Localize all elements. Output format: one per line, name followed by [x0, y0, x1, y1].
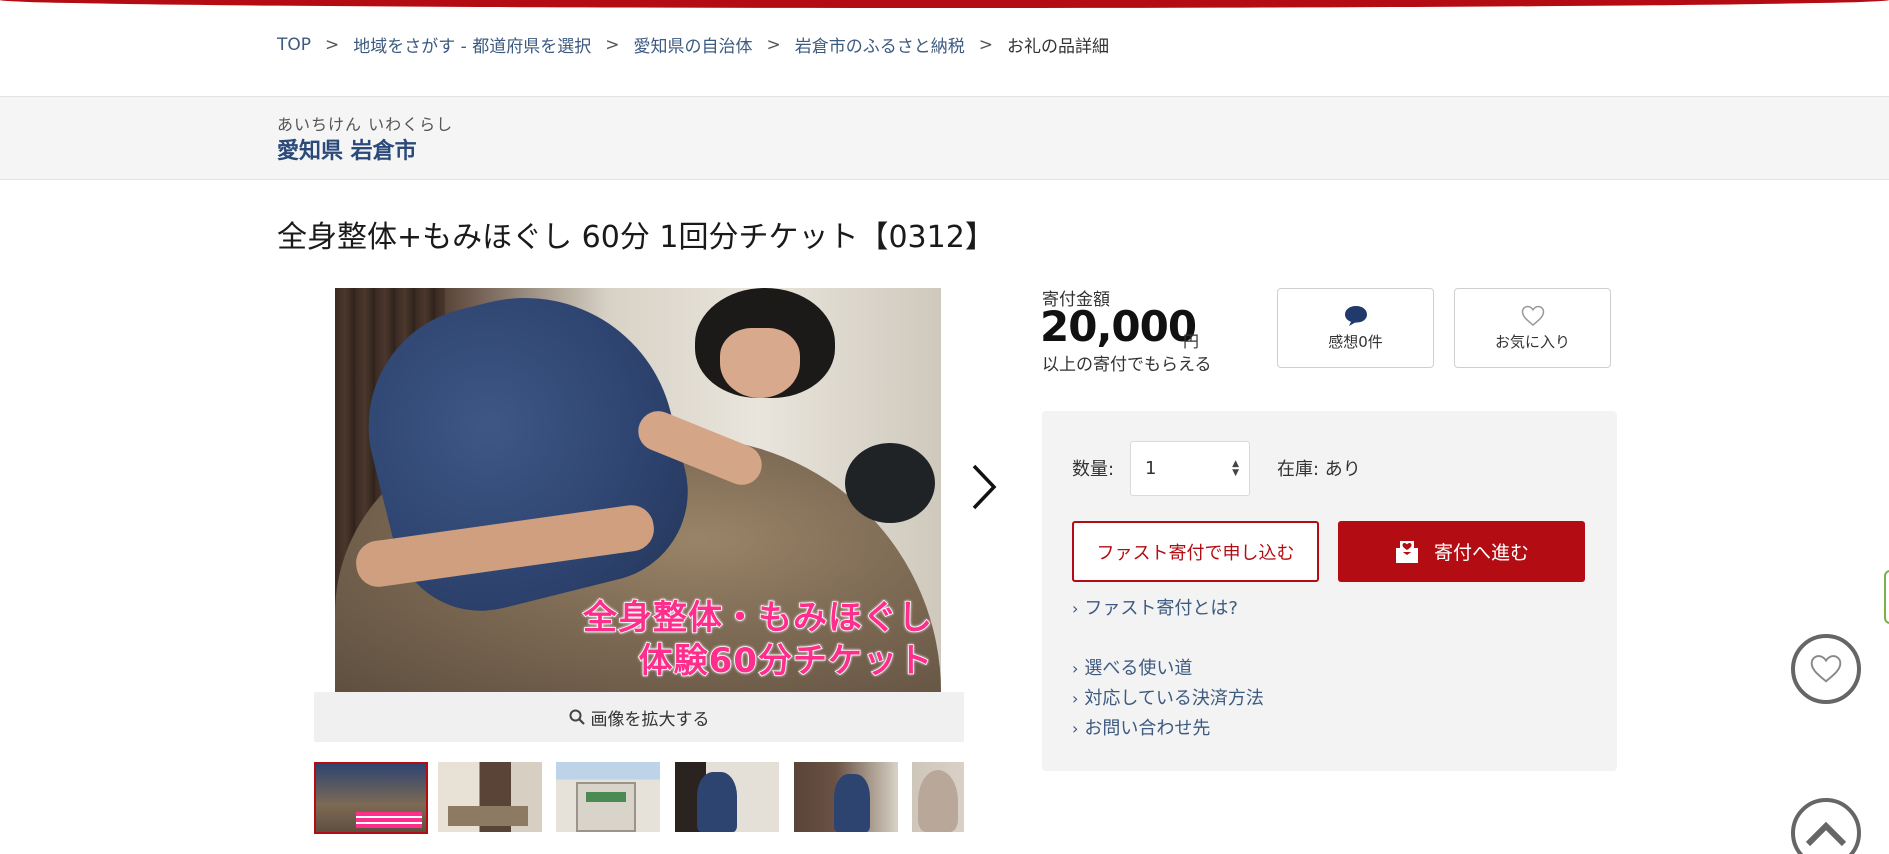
link-usage-label: 選べる使い道 — [1084, 658, 1193, 679]
stock-status: 在庫: あり — [1277, 459, 1361, 480]
thumbnail-4-person — [697, 772, 737, 832]
link-contact-label: お問い合わせ先 — [1084, 718, 1211, 739]
link-fast-donation-about-label: ファスト寄付とは? — [1084, 598, 1238, 619]
thumbnail-6[interactable] — [912, 762, 964, 832]
breadcrumb-municipality[interactable]: 岩倉市のふるさと納税 — [795, 32, 965, 57]
breadcrumb-prefecture[interactable]: 愛知県の自治体 — [633, 32, 752, 57]
donate-label: 寄付へ進む — [1433, 542, 1529, 564]
heart-outline-icon — [1810, 655, 1842, 683]
breadcrumb-top[interactable]: TOP — [277, 35, 311, 55]
thumbnail-1[interactable] — [314, 762, 428, 834]
search-icon — [569, 709, 585, 725]
image-therapist-face — [720, 328, 800, 398]
chevron-right-icon[interactable] — [966, 460, 1000, 514]
heart-outline-icon — [1521, 305, 1544, 326]
page-title: 全身整体+もみほぐし 60分 1回分チケット【0312】 — [277, 220, 995, 255]
quantity-value: 1 — [1145, 458, 1157, 479]
chevron-right-icon: › — [1072, 689, 1079, 708]
thumbnail-2[interactable] — [438, 762, 542, 832]
thumbnail-2-bed — [448, 806, 528, 826]
zoom-image-button[interactable]: 画像を拡大する — [314, 692, 964, 742]
chevron-right-icon: › — [1072, 599, 1079, 618]
thumbnail-3-building — [576, 782, 636, 832]
chevron-up-icon — [1805, 821, 1847, 847]
thumbnail-5[interactable] — [794, 762, 898, 832]
image-caption-line1: 全身整体・もみほぐし — [582, 597, 933, 638]
chevron-right-icon: › — [1072, 719, 1079, 738]
region-name[interactable]: 愛知県 岩倉市 — [277, 133, 417, 165]
thumbnail-4[interactable] — [675, 762, 779, 832]
breadcrumb-separator: > — [605, 34, 620, 55]
breadcrumb: TOP > 地域をさがす - 都道府県を選択 > 愛知県の自治体 > 岩倉市のふ… — [277, 32, 1109, 58]
breadcrumb-separator: > — [325, 34, 340, 55]
breadcrumb-region-search[interactable]: 地域をさがす - 都道府県を選択 — [353, 32, 591, 57]
link-fast-donation-about[interactable]: › ファスト寄付とは? — [1072, 594, 1238, 620]
link-payment-methods[interactable]: › 対応している決済方法 — [1072, 684, 1264, 710]
donate-button[interactable]: 寄付へ進む — [1338, 521, 1585, 582]
quantity-select[interactable]: 1 ▲ ▼ — [1130, 441, 1250, 496]
top-accent-bar — [0, 0, 1889, 8]
favorite-button[interactable]: お気に入り — [1454, 288, 1611, 368]
link-payment-methods-label: 対応している決済方法 — [1084, 688, 1264, 709]
select-arrows-icon: ▲ ▼ — [1232, 459, 1239, 478]
donation-amount: 20,000 — [1040, 302, 1197, 351]
image-caption: 全身整体・もみほぐし 体験60分チケット — [582, 597, 933, 682]
region-kana: あいちけん いわくらし — [277, 115, 454, 134]
thumbnail-6-person — [918, 770, 958, 832]
side-edge-tab[interactable] — [1884, 570, 1889, 624]
favorite-label: お気に入り — [1494, 332, 1570, 351]
product-main-image[interactable]: 全身整体・もみほぐし 体験60分チケット — [335, 288, 941, 692]
reviews-button[interactable]: 感想0件 — [1277, 288, 1434, 368]
speech-bubble-icon — [1344, 305, 1367, 326]
breadcrumb-current: お礼の品詳細 — [1006, 37, 1109, 57]
thumbnail-5-person — [834, 774, 870, 832]
fast-donation-button[interactable]: ファスト寄付で申し込む — [1072, 521, 1319, 582]
chevron-right-icon: › — [1072, 659, 1079, 678]
thumbnail-3[interactable] — [556, 762, 660, 832]
currency-unit: 円 — [1183, 332, 1200, 351]
quantity-label: 数量: — [1072, 459, 1115, 480]
back-to-top-button[interactable] — [1791, 798, 1861, 854]
thumbnail-3-sign — [586, 792, 626, 802]
reviews-label: 感想0件 — [1328, 332, 1383, 351]
thumbnail-1-caption — [356, 812, 422, 828]
zoom-label: 画像を拡大する — [590, 709, 710, 730]
link-contact[interactable]: › お問い合わせ先 — [1072, 714, 1210, 740]
thumbnail-strip — [314, 762, 964, 834]
floating-favorite-button[interactable] — [1791, 634, 1861, 704]
link-usage[interactable]: › 選べる使い道 — [1072, 654, 1192, 680]
breadcrumb-separator: > — [978, 34, 993, 55]
envelope-heart-icon — [1395, 540, 1418, 563]
image-caption-line2: 体験60分チケット — [638, 640, 933, 681]
amount-note: 以上の寄付でもらえる — [1042, 355, 1212, 375]
breadcrumb-separator: > — [766, 34, 781, 55]
image-patient-head — [845, 443, 935, 523]
